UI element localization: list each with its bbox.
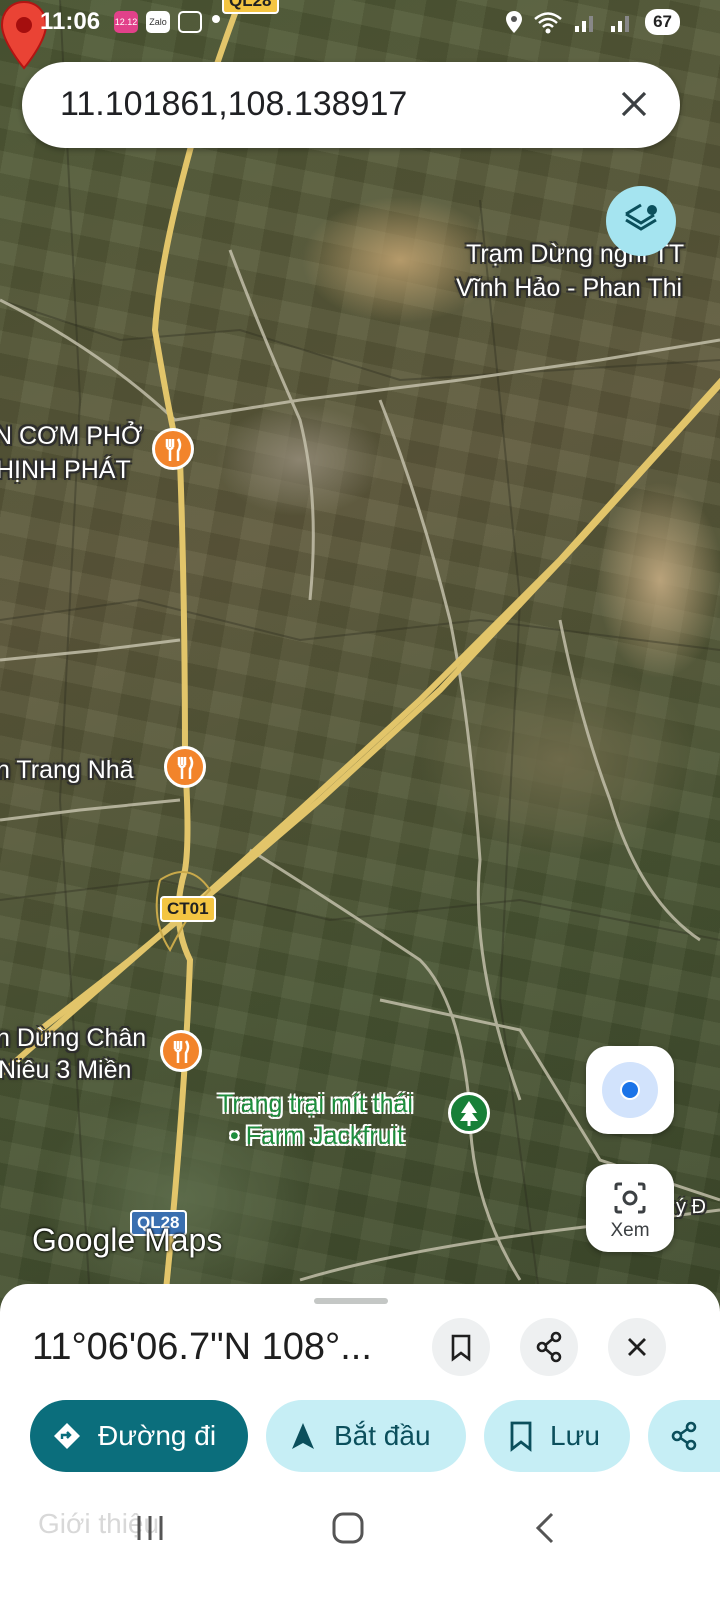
layers-button[interactable] [606,186,676,256]
poi-label[interactable]: n Trang Nhã [0,756,134,785]
bookmark-icon [510,1421,532,1452]
bookmark-icon [451,1334,471,1362]
signal-icon [611,16,630,32]
share-icon [536,1331,562,1363]
my-location-icon [620,1080,640,1100]
restaurant-marker[interactable] [160,1030,202,1072]
save-icon-button[interactable] [432,1318,490,1376]
signal-icon [575,16,594,32]
tree-icon [460,1101,478,1126]
battery-level: 67 [645,9,680,35]
start-label: Bắt đầu [334,1420,431,1451]
poi-label[interactable]: HỊNH PHÁT [0,456,131,485]
poi-label[interactable]: Trang trại mít thái [218,1090,413,1119]
view-button-label: Xem [610,1220,650,1241]
my-location-button[interactable] [586,1046,674,1134]
start-button[interactable]: Bắt đầu [266,1400,466,1472]
park-marker[interactable] [448,1092,490,1134]
search-bar[interactable]: 11.101861,108.138917 [22,62,680,148]
restaurant-marker[interactable] [164,746,206,788]
save-button[interactable]: Lưu [484,1400,630,1472]
navigation-arrow-icon [292,1423,314,1449]
zalo-icon: Zalo [146,11,170,33]
notification-dot [212,15,220,23]
lazada-icon: 12.12 [114,11,138,33]
restaurant-marker[interactable] [152,428,194,470]
system-nav-bar: Giới thiệu [0,1490,720,1605]
home-icon[interactable] [328,1508,368,1548]
road-shield: CT01 [160,896,216,922]
fork-knife-icon [177,756,194,779]
recents-icon[interactable] [130,1508,170,1548]
notification-icons: 12.12 Zalo [114,11,202,33]
fork-knife-icon [165,438,182,461]
poi-label[interactable]: N CƠM PHỞ [0,422,142,451]
camera-lens-icon [614,1182,646,1214]
status-time: 11:06 [40,8,101,35]
screenshot-icon [178,11,202,33]
directions-button[interactable]: Đường đi [30,1400,248,1472]
google-maps-watermark: Google Maps [32,1222,223,1258]
close-icon[interactable] [612,82,656,126]
share-button[interactable] [648,1400,720,1472]
wifi-icon [534,12,562,34]
place-coordinates: 11°06'06.7"N 108°... [32,1326,372,1368]
fork-knife-icon [173,1040,190,1063]
edge-label: ý Đ [676,1196,706,1218]
directions-label: Đường đi [98,1420,217,1451]
close-icon [628,1338,646,1356]
view-button[interactable]: Xem [586,1164,674,1252]
search-query[interactable]: 11.101861,108.138917 [60,85,407,124]
directions-icon [54,1423,80,1449]
location-icon [506,11,523,33]
poi-label[interactable]: n Dừng Chân [0,1024,146,1053]
sheet-drag-handle[interactable] [314,1298,388,1304]
share-icon [671,1421,697,1451]
save-label: Lưu [550,1420,600,1451]
status-bar: 11:06 12.12 Zalo 67 [0,0,720,46]
back-icon[interactable] [526,1508,566,1548]
share-icon-button[interactable] [520,1318,578,1376]
system-icons: 67 [505,9,680,35]
close-sheet-button[interactable] [608,1318,666,1376]
poi-label[interactable]: Niêu 3 Miền [0,1056,131,1085]
layers-icon [625,203,657,231]
poi-label[interactable]: Vĩnh Hảo - Phan Thi [456,274,682,303]
poi-label[interactable]: • Farm Jackfruit [230,1122,404,1151]
